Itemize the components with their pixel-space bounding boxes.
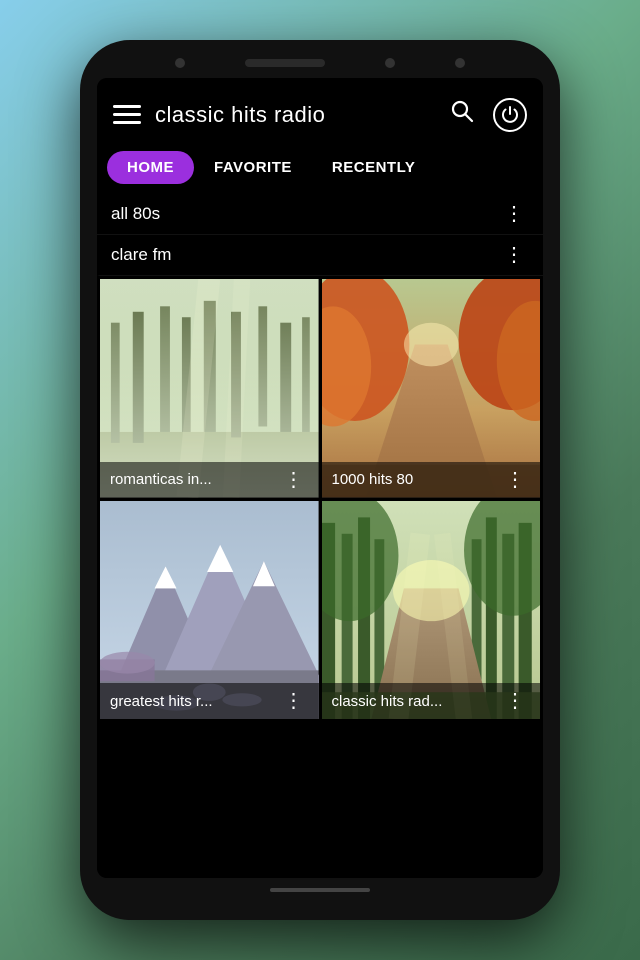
list-item: clare fm ⋮: [97, 235, 543, 276]
phone-top-bar: [80, 58, 560, 78]
grid-item-name-romanticas: romanticas in...: [110, 471, 280, 488]
grid-item-romanticas[interactable]: romanticas in... ⋮: [100, 279, 319, 498]
phone-screen: classic hits radio HOME FAVORITE RECENTL…: [97, 78, 543, 878]
home-indicator[interactable]: [270, 888, 370, 892]
grid-item-name-greatesthits: greatest hits r...: [110, 693, 280, 710]
grid-item-greatesthits[interactable]: greatest hits r... ⋮: [100, 501, 319, 720]
grid-item-footer: 1000 hits 80 ⋮: [322, 462, 541, 498]
more-options-button[interactable]: ⋮: [501, 691, 530, 711]
grid-item-classichitsrad[interactable]: classic hits rad... ⋮: [322, 501, 541, 720]
camera-dot: [175, 58, 185, 68]
radio-name-clarefm: clare fm: [111, 245, 500, 265]
grid-item-name-classichitsrad: classic hits rad...: [332, 693, 502, 710]
more-options-button[interactable]: ⋮: [280, 470, 309, 490]
radio-grid: romanticas in... ⋮: [97, 276, 543, 722]
app-title: classic hits radio: [155, 102, 431, 128]
app-header: classic hits radio: [97, 78, 543, 151]
more-options-button[interactable]: ⋮: [501, 470, 530, 490]
phone-device: classic hits radio HOME FAVORITE RECENTL…: [80, 40, 560, 920]
speaker-grille: [245, 59, 325, 67]
tab-recently[interactable]: RECENTLY: [312, 151, 435, 184]
search-icon[interactable]: [445, 94, 479, 135]
grid-item-1000hits80[interactable]: 1000 hits 80 ⋮: [322, 279, 541, 498]
grid-item-name-1000hits: 1000 hits 80: [332, 471, 502, 488]
list-item: all 80s ⋮: [97, 194, 543, 235]
sensor-dot: [385, 58, 395, 68]
content-area: all 80s ⋮ clare fm ⋮: [97, 194, 543, 878]
grid-item-footer: greatest hits r... ⋮: [100, 683, 319, 719]
tab-favorite[interactable]: FAVORITE: [194, 151, 312, 184]
more-options-button[interactable]: ⋮: [500, 245, 529, 265]
grid-item-footer: classic hits rad... ⋮: [322, 683, 541, 719]
camera-dot-2: [455, 58, 465, 68]
menu-button[interactable]: [113, 105, 141, 124]
phone-bottom-bar: [270, 878, 370, 892]
more-options-button[interactable]: ⋮: [280, 691, 309, 711]
more-options-button[interactable]: ⋮: [500, 204, 529, 224]
radio-name-all80s: all 80s: [111, 204, 500, 224]
tab-home[interactable]: HOME: [107, 151, 194, 184]
grid-item-footer: romanticas in... ⋮: [100, 462, 319, 498]
tab-bar: HOME FAVORITE RECENTLY: [97, 151, 543, 194]
power-icon[interactable]: [493, 98, 527, 132]
